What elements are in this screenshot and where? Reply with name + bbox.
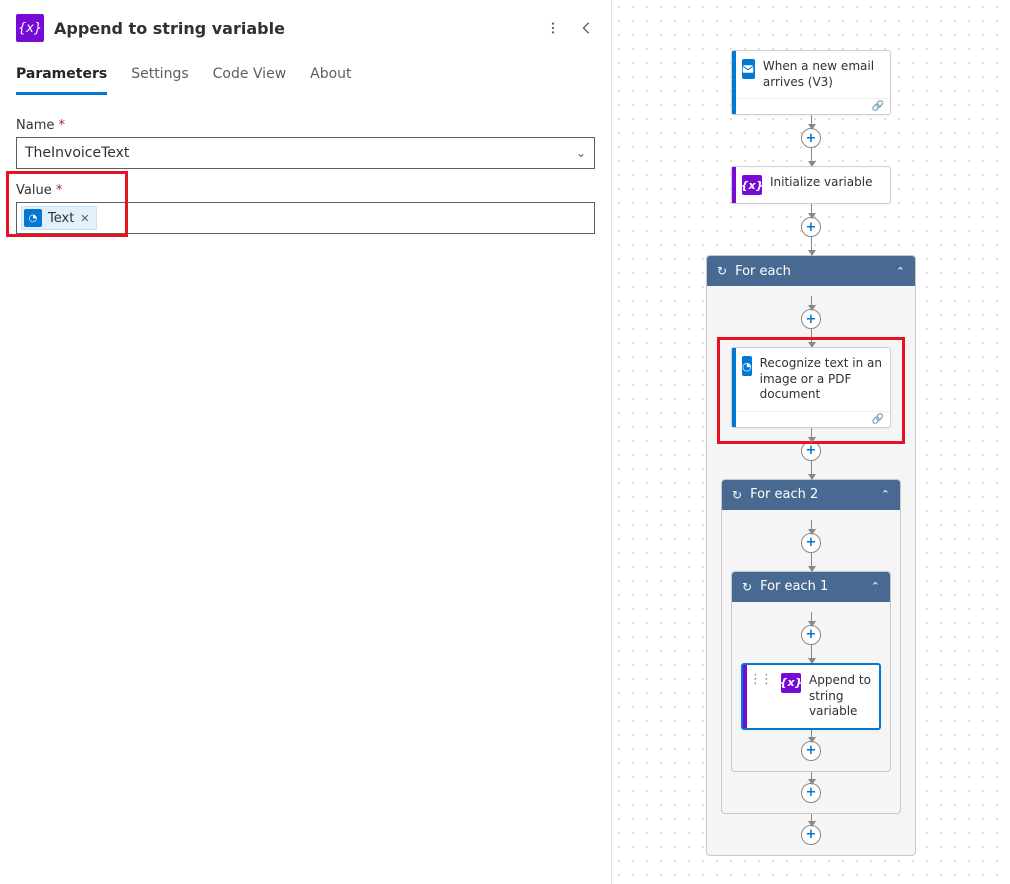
flow-node-append-string[interactable]: ⋮⋮ {x} Append to string variable xyxy=(741,663,881,730)
outlook-icon xyxy=(742,59,755,79)
ellipsis-vertical-icon xyxy=(546,21,560,35)
value-input[interactable]: ◔ Text ✕ xyxy=(16,202,595,234)
add-step-button[interactable]: + xyxy=(801,217,821,237)
container-title: For each xyxy=(735,264,791,279)
cognitive-services-icon: ◔ xyxy=(742,356,752,376)
tab-about[interactable]: About xyxy=(310,56,351,95)
container-title: For each 2 xyxy=(750,487,818,502)
flow-container-foreach1: ↻ For each 1 ⌃ + xyxy=(731,571,891,772)
add-step-button[interactable]: + xyxy=(801,441,821,461)
node-label: Recognize text in an image or a PDF docu… xyxy=(760,356,882,403)
required-marker: * xyxy=(59,118,66,133)
chevron-left-icon xyxy=(580,21,594,35)
remove-token-button[interactable]: ✕ xyxy=(80,212,89,225)
flow-canvas[interactable]: When a new email arrives (V3) 🔗 + {x} In… xyxy=(612,0,1010,884)
required-marker: * xyxy=(56,183,63,198)
foreach-header[interactable]: ↻ For each ⌃ xyxy=(707,256,915,286)
node-label: Initialize variable xyxy=(770,175,872,191)
name-value: TheInvoiceText xyxy=(25,145,129,161)
variable-icon: {x} xyxy=(781,673,801,693)
chevron-down-icon: ⌄ xyxy=(576,146,586,160)
add-step-button[interactable]: + xyxy=(801,741,821,761)
add-step-button[interactable]: + xyxy=(801,825,821,845)
foreach2-header[interactable]: ↻ For each 2 ⌃ xyxy=(722,480,900,510)
loop-icon: ↻ xyxy=(732,488,742,502)
link-icon: 🔗 xyxy=(872,101,884,112)
foreach1-header[interactable]: ↻ For each 1 ⌃ xyxy=(732,572,890,602)
flow-container-foreach: ↻ For each ⌃ + ◔ xyxy=(706,255,916,856)
add-step-button[interactable]: + xyxy=(801,128,821,148)
name-dropdown[interactable]: TheInvoiceText ⌄ xyxy=(16,137,595,169)
node-label: When a new email arrives (V3) xyxy=(763,59,882,90)
add-step-button[interactable]: + xyxy=(801,533,821,553)
chevron-up-icon: ⌃ xyxy=(896,265,905,278)
flow-container-foreach2: ↻ For each 2 ⌃ + ↻ xyxy=(721,479,901,814)
panel-title: Append to string variable xyxy=(54,19,531,38)
container-title: For each 1 xyxy=(760,579,828,594)
more-menu-button[interactable] xyxy=(541,16,565,40)
add-step-button[interactable]: + xyxy=(801,625,821,645)
drag-handle-icon[interactable]: ⋮⋮ xyxy=(749,673,771,686)
name-label-text: Name xyxy=(16,118,54,133)
action-config-panel: {x} Append to string variable Parameters… xyxy=(0,0,612,884)
chevron-up-icon: ⌃ xyxy=(871,580,880,593)
tab-parameters[interactable]: Parameters xyxy=(16,56,107,95)
link-icon: 🔗 xyxy=(872,414,884,425)
tab-codeview[interactable]: Code View xyxy=(213,56,287,95)
loop-icon: ↻ xyxy=(742,580,752,594)
value-field-label: Value * xyxy=(16,183,595,198)
chevron-up-icon: ⌃ xyxy=(881,488,890,501)
panel-tabs: Parameters Settings Code View About xyxy=(0,56,611,96)
loop-icon: ↻ xyxy=(717,264,727,278)
dynamic-content-token[interactable]: ◔ Text ✕ xyxy=(21,206,97,230)
node-label: Append to string variable xyxy=(809,673,871,720)
variable-icon: {x} xyxy=(16,14,44,42)
add-step-button[interactable]: + xyxy=(801,309,821,329)
add-step-button[interactable]: + xyxy=(801,783,821,803)
cognitive-services-icon: ◔ xyxy=(24,209,42,227)
flow-node-email-trigger[interactable]: When a new email arrives (V3) 🔗 xyxy=(731,50,891,115)
value-label-text: Value xyxy=(16,183,52,198)
collapse-panel-button[interactable] xyxy=(575,16,599,40)
name-field-label: Name * xyxy=(16,118,595,133)
flow-node-recognize-text[interactable]: ◔ Recognize text in an image or a PDF do… xyxy=(731,347,891,428)
flow-node-initialize-variable[interactable]: {x} Initialize variable xyxy=(731,166,891,204)
variable-icon: {x} xyxy=(742,175,762,195)
token-text: Text xyxy=(48,211,74,226)
tab-settings[interactable]: Settings xyxy=(131,56,188,95)
